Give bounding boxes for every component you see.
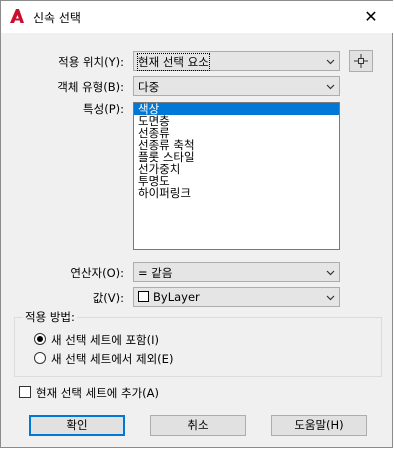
chevron-down-icon xyxy=(326,84,335,90)
object-type-label: 객체 유형(B): xyxy=(57,80,124,94)
window-title: 신속 선택 xyxy=(33,11,81,25)
value-display: ByLayer xyxy=(138,290,200,304)
close-button[interactable]: ✕ xyxy=(349,1,393,31)
how-to-apply-label: 적용 방법: xyxy=(23,309,77,325)
value-text: ByLayer xyxy=(153,290,200,304)
ok-button[interactable]: 확인 xyxy=(29,415,125,436)
select-objects-button[interactable] xyxy=(349,50,373,72)
apply-to-dropdown[interactable]: 현재 선택 요소 xyxy=(133,51,340,71)
append-checkbox[interactable] xyxy=(19,386,31,398)
help-button[interactable]: 도움말(H) xyxy=(271,415,367,436)
close-icon: ✕ xyxy=(364,6,378,26)
include-radio[interactable] xyxy=(34,333,46,345)
cancel-button[interactable]: 취소 xyxy=(150,415,246,436)
operator-dropdown[interactable]: = 같음 xyxy=(133,262,340,282)
operator-label: 연산자(O): xyxy=(70,266,124,280)
value-dropdown[interactable]: ByLayer xyxy=(133,287,340,307)
color-swatch xyxy=(138,291,149,302)
radio-selected-dot xyxy=(37,336,43,342)
properties-label: 특성(P): xyxy=(83,102,124,116)
title-bar: 신속 선택 ✕ xyxy=(1,1,393,33)
autocad-app-icon xyxy=(10,9,24,23)
chevron-down-icon xyxy=(326,59,335,65)
operator-value: = 같음 xyxy=(138,266,173,280)
object-type-value: 다중 xyxy=(138,80,160,94)
chevron-down-icon xyxy=(326,270,335,276)
quick-select-dialog: 신속 선택 ✕ 적용 위치(Y): 현재 선택 요소 객체 유형(B): 다중 … xyxy=(0,0,393,448)
exclude-radio[interactable] xyxy=(34,352,46,364)
append-checkbox-label[interactable]: 현재 선택 세트에 추가(A) xyxy=(36,385,159,401)
exclude-radio-label[interactable]: 새 선택 세트에서 제외(E) xyxy=(51,351,173,367)
apply-to-label: 적용 위치(Y): xyxy=(58,55,124,69)
crosshair-pick-icon xyxy=(354,54,368,68)
apply-to-value: 현재 선택 요소 xyxy=(137,53,210,71)
value-label: 값(V): xyxy=(92,291,124,305)
list-item[interactable]: 하이퍼링크 xyxy=(134,187,339,199)
chevron-down-icon xyxy=(326,295,335,301)
object-type-dropdown[interactable]: 다중 xyxy=(133,76,340,96)
include-radio-label[interactable]: 새 선택 세트에 포함(I) xyxy=(51,332,159,348)
properties-listbox[interactable]: 색상 도면층 선종류 선종류 축척 플롯 스타일 선가중치 투명도 하이퍼링크 xyxy=(133,102,340,250)
